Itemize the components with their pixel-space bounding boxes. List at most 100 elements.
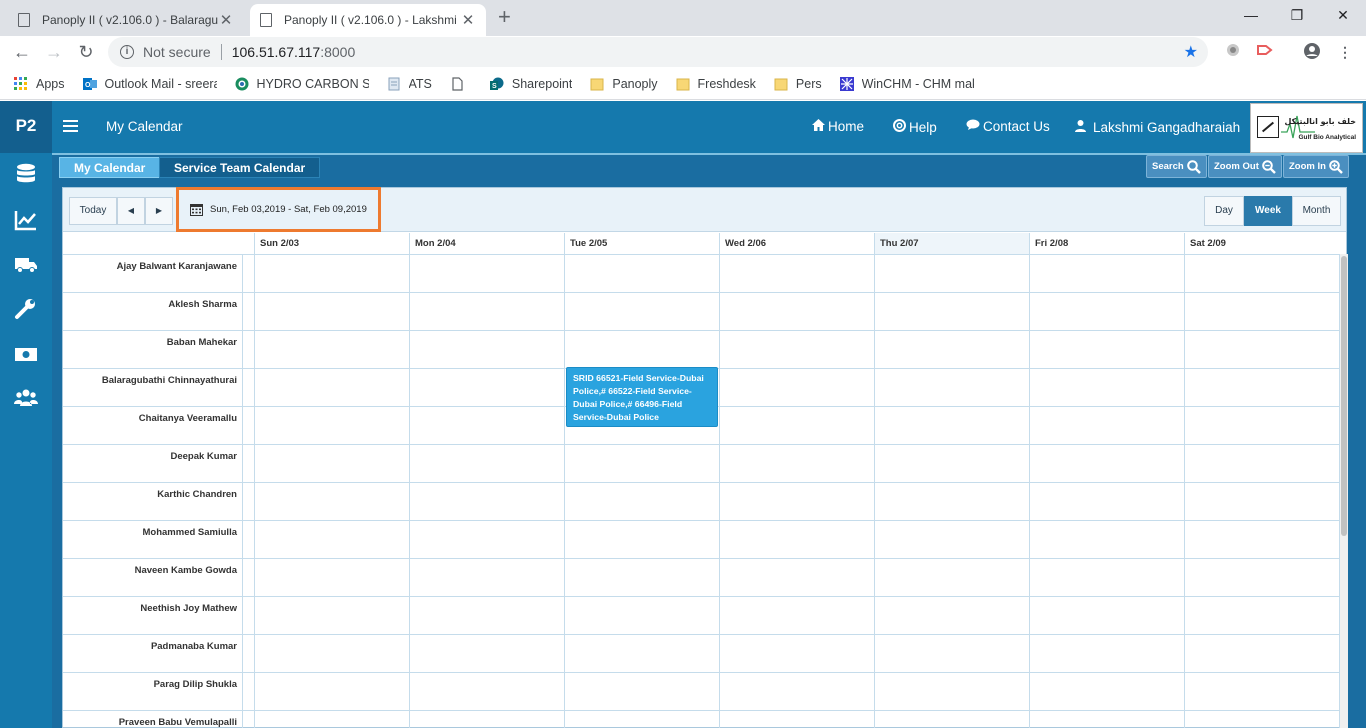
menu-kebab-icon[interactable]: ⋮ — [1335, 42, 1355, 62]
day-header: Mon 2/04 — [409, 233, 564, 254]
account-icon[interactable] — [1302, 42, 1322, 62]
resource-name: Baban Mahekar — [166, 337, 237, 348]
bookmark-sharepoint[interactable]: S Sharepoint — [489, 76, 573, 91]
vertical-scrollbar[interactable] — [1340, 254, 1348, 728]
resource-name: Mohammed Samiulla — [142, 527, 238, 538]
user-icon — [1075, 120, 1086, 135]
brand-logo[interactable]: P2 — [0, 101, 52, 153]
bookmark-outlook[interactable]: O Outlook Mail - sreera — [82, 77, 217, 91]
tab-my-calendar[interactable]: My Calendar — [59, 157, 161, 178]
user-menu[interactable]: Lakshmi Gangadharaiah — [1075, 120, 1240, 135]
main-content: My Calendar Service Team Calendar Search… — [52, 153, 1366, 728]
bookmark-label: Panoply — [612, 76, 658, 91]
zoom-in-icon — [1329, 159, 1343, 174]
close-icon[interactable]: ✕ — [218, 11, 234, 29]
bookmark-apps[interactable]: Apps — [14, 76, 65, 91]
globe-icon — [235, 77, 248, 90]
bookmarks-bar: Apps O Outlook Mail - sreera HYDRO CARBO… — [0, 68, 1366, 100]
outlook-icon: O — [82, 77, 97, 90]
chat-bubble-icon — [966, 119, 980, 134]
extension-circle-icon[interactable] — [1223, 42, 1243, 62]
reload-icon[interactable]: ↻ — [74, 40, 98, 64]
grid-line — [874, 254, 875, 728]
grid-line — [254, 254, 255, 728]
resource-name: Aklesh Sharma — [168, 299, 237, 310]
bookmark-page[interactable] — [450, 76, 472, 91]
prev-week-button[interactable]: ◀ — [117, 197, 145, 225]
tab-service-team-calendar[interactable]: Service Team Calendar — [159, 157, 321, 178]
month-view-button[interactable]: Month — [1292, 196, 1341, 226]
resource-name: Neethish Joy Mathew — [140, 603, 237, 614]
bookmark-label: Freshdesk — [697, 76, 756, 91]
bookmark-label: WinCHM - CHM mak — [861, 76, 974, 91]
zoom-out-icon — [1262, 159, 1276, 174]
today-button[interactable]: Today — [69, 197, 117, 225]
bookmark-star-icon[interactable]: ★ — [1184, 42, 1198, 62]
browser-tab-lakshmi[interactable]: Panoply II ( v2.106.0 ) - Lakshmi G ✕ — [250, 4, 486, 36]
bookmark-freshdesk[interactable]: Freshdesk — [676, 77, 756, 91]
search-icon — [1186, 159, 1201, 174]
svg-text:S: S — [492, 83, 497, 90]
browser-tab-balaragub[interactable]: Panoply II ( v2.106.0 ) - Balaragub ✕ — [8, 4, 244, 36]
bookmark-ats[interactable]: ATS — [387, 77, 432, 91]
zoom-in-label: Zoom In — [1289, 161, 1326, 172]
hamburger-menu-icon[interactable] — [63, 120, 78, 132]
resource-name: Karthic Chandren — [157, 489, 237, 500]
logo-english-text: Gulf Bio Analytical — [1298, 134, 1356, 141]
search-button[interactable]: Search — [1146, 155, 1207, 178]
winchm-icon — [839, 76, 854, 91]
scrollbar-thumb[interactable] — [1341, 256, 1347, 536]
url-host: 106.51.67.117 — [231, 44, 321, 60]
grid-line — [242, 254, 243, 728]
bookmark-label: Apps — [36, 76, 65, 91]
day-header: Wed 2/06 — [719, 233, 874, 254]
address-bar[interactable]: i Not secure 106.51.67.117:8000 ★ — [108, 37, 1208, 67]
nav-home-label: Home — [828, 119, 865, 134]
extension-cast-icon[interactable] — [1255, 42, 1275, 62]
app-header: P2 My Calendar Home Help Contact Us Laks… — [0, 101, 1366, 153]
money-icon[interactable] — [14, 343, 38, 365]
next-week-button[interactable]: ▶ — [145, 197, 173, 225]
day-header: Sun 2/03 — [254, 233, 409, 254]
nav-help[interactable]: Help — [893, 119, 937, 135]
calendar-event[interactable]: SRID 66521-Field Service-Dubai Police,# … — [566, 367, 718, 427]
line-chart-icon[interactable] — [14, 209, 38, 231]
page-title: My Calendar — [106, 119, 183, 134]
bookmark-panoply[interactable]: Panoply — [590, 76, 658, 91]
logo-mark — [1257, 116, 1279, 138]
folder-icon — [774, 78, 788, 90]
zoom-in-button[interactable]: Zoom In — [1283, 155, 1349, 178]
day-view-button[interactable]: Day — [1204, 196, 1244, 226]
back-icon[interactable]: ← — [10, 40, 34, 64]
new-tab-button[interactable]: + — [498, 6, 511, 28]
zoom-out-label: Zoom Out — [1214, 161, 1259, 172]
nav-home[interactable]: Home — [812, 119, 864, 134]
nav-contact-us[interactable]: Contact Us — [966, 119, 1050, 134]
info-icon[interactable]: i — [120, 45, 134, 59]
resource-name: Balaragubathi Chinnayathurai — [101, 375, 237, 386]
truck-icon[interactable] — [14, 253, 38, 275]
close-window-icon[interactable]: ✕ — [1320, 0, 1366, 32]
page-icon — [260, 13, 272, 27]
minimize-icon[interactable]: — — [1228, 0, 1274, 32]
sharepoint-icon: S — [489, 77, 504, 90]
week-view-button[interactable]: Week — [1244, 196, 1292, 226]
date-range-picker[interactable]: Sun, Feb 03,2019 - Sat, Feb 09,2019 — [176, 187, 381, 232]
apps-grid-icon — [14, 76, 27, 90]
nav-contact-label: Contact Us — [983, 119, 1050, 134]
restore-icon[interactable]: ❐ — [1274, 0, 1320, 32]
bookmark-hydro-carbon[interactable]: HYDRO CARBON SOL — [235, 77, 369, 91]
database-icon[interactable] — [14, 163, 38, 185]
browser-window: Panoply II ( v2.106.0 ) - Balaragub ✕ Pa… — [0, 0, 1366, 728]
team-icon[interactable] — [14, 387, 38, 409]
day-header: Sat 2/09 — [1184, 233, 1339, 254]
zoom-out-button[interactable]: Zoom Out — [1208, 155, 1282, 178]
bookmark-pers[interactable]: Pers — [774, 77, 822, 91]
resource-name: Padmanaba Kumar — [150, 641, 237, 652]
bookmark-winchm[interactable]: WinCHM - CHM mak — [839, 76, 974, 91]
close-icon[interactable]: ✕ — [460, 11, 476, 29]
calendar-toolbar: Today ◀ ▶ Sun, Feb 03,2019 - Sat, Feb 09… — [63, 187, 1346, 232]
forward-icon[interactable]: → — [42, 40, 66, 64]
bookmark-label: Sharepoint — [511, 76, 573, 91]
wrench-icon[interactable] — [14, 298, 38, 320]
